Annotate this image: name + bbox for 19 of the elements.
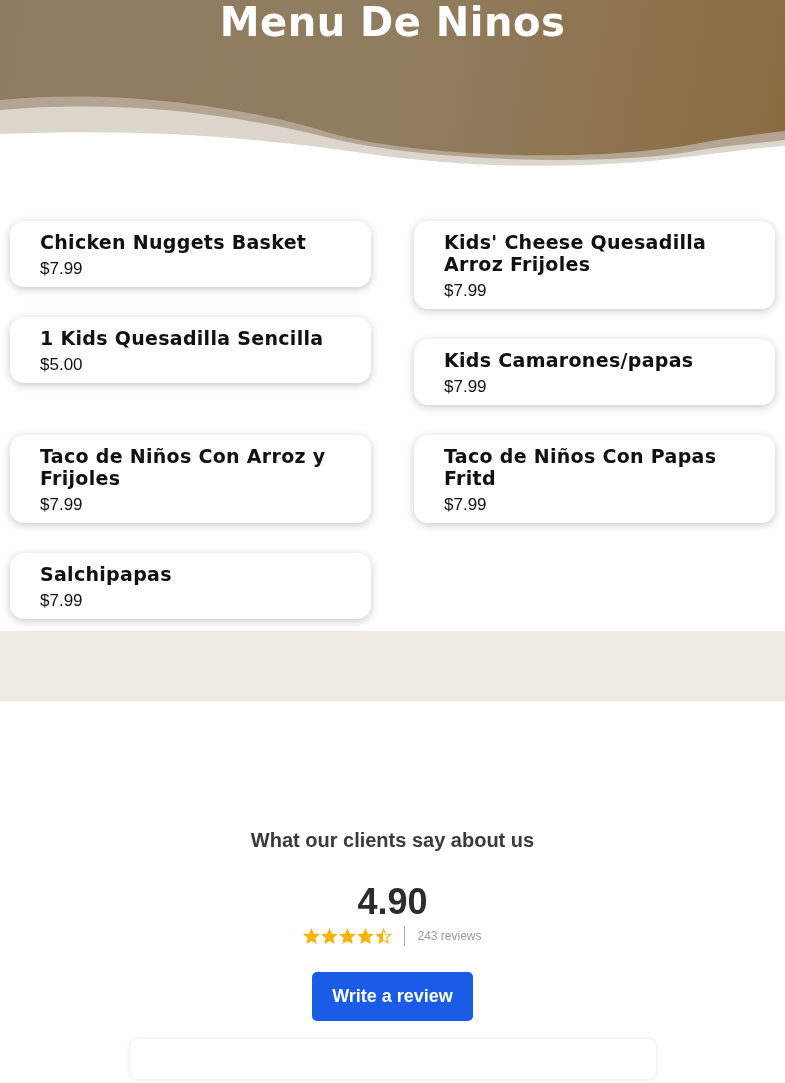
item-price: $7.99 xyxy=(444,280,488,302)
page-title: Menu De Ninos xyxy=(218,0,567,44)
item-name: Chicken Nuggets Basket xyxy=(40,231,308,253)
write-review-button[interactable]: Write a review xyxy=(312,972,473,1021)
item-price: $5.00 xyxy=(40,354,84,376)
item-name: 1 Kids Quesadilla Sencilla xyxy=(40,327,325,349)
rating-value: 4.90 xyxy=(357,882,428,922)
item-price: $7.99 xyxy=(40,494,84,516)
item-name: Taco de Niños Con Papas Fritd xyxy=(444,445,718,489)
item-name: Kids Camarones/papas xyxy=(444,349,695,371)
review-count: 243 reviews xyxy=(417,929,482,943)
item-price: $7.99 xyxy=(444,494,488,516)
reviews-heading: What our clients say about us xyxy=(250,829,535,852)
item-name: Kids' Cheese Quesadilla Arroz Frijoles xyxy=(444,231,708,275)
item-name: Salchipapas xyxy=(40,563,173,585)
item-name: Taco de Niños Con Arroz y Frijoles xyxy=(40,445,327,489)
item-price: $7.99 xyxy=(40,590,84,612)
item-price: $7.99 xyxy=(40,258,84,280)
item-price: $7.99 xyxy=(444,376,488,398)
